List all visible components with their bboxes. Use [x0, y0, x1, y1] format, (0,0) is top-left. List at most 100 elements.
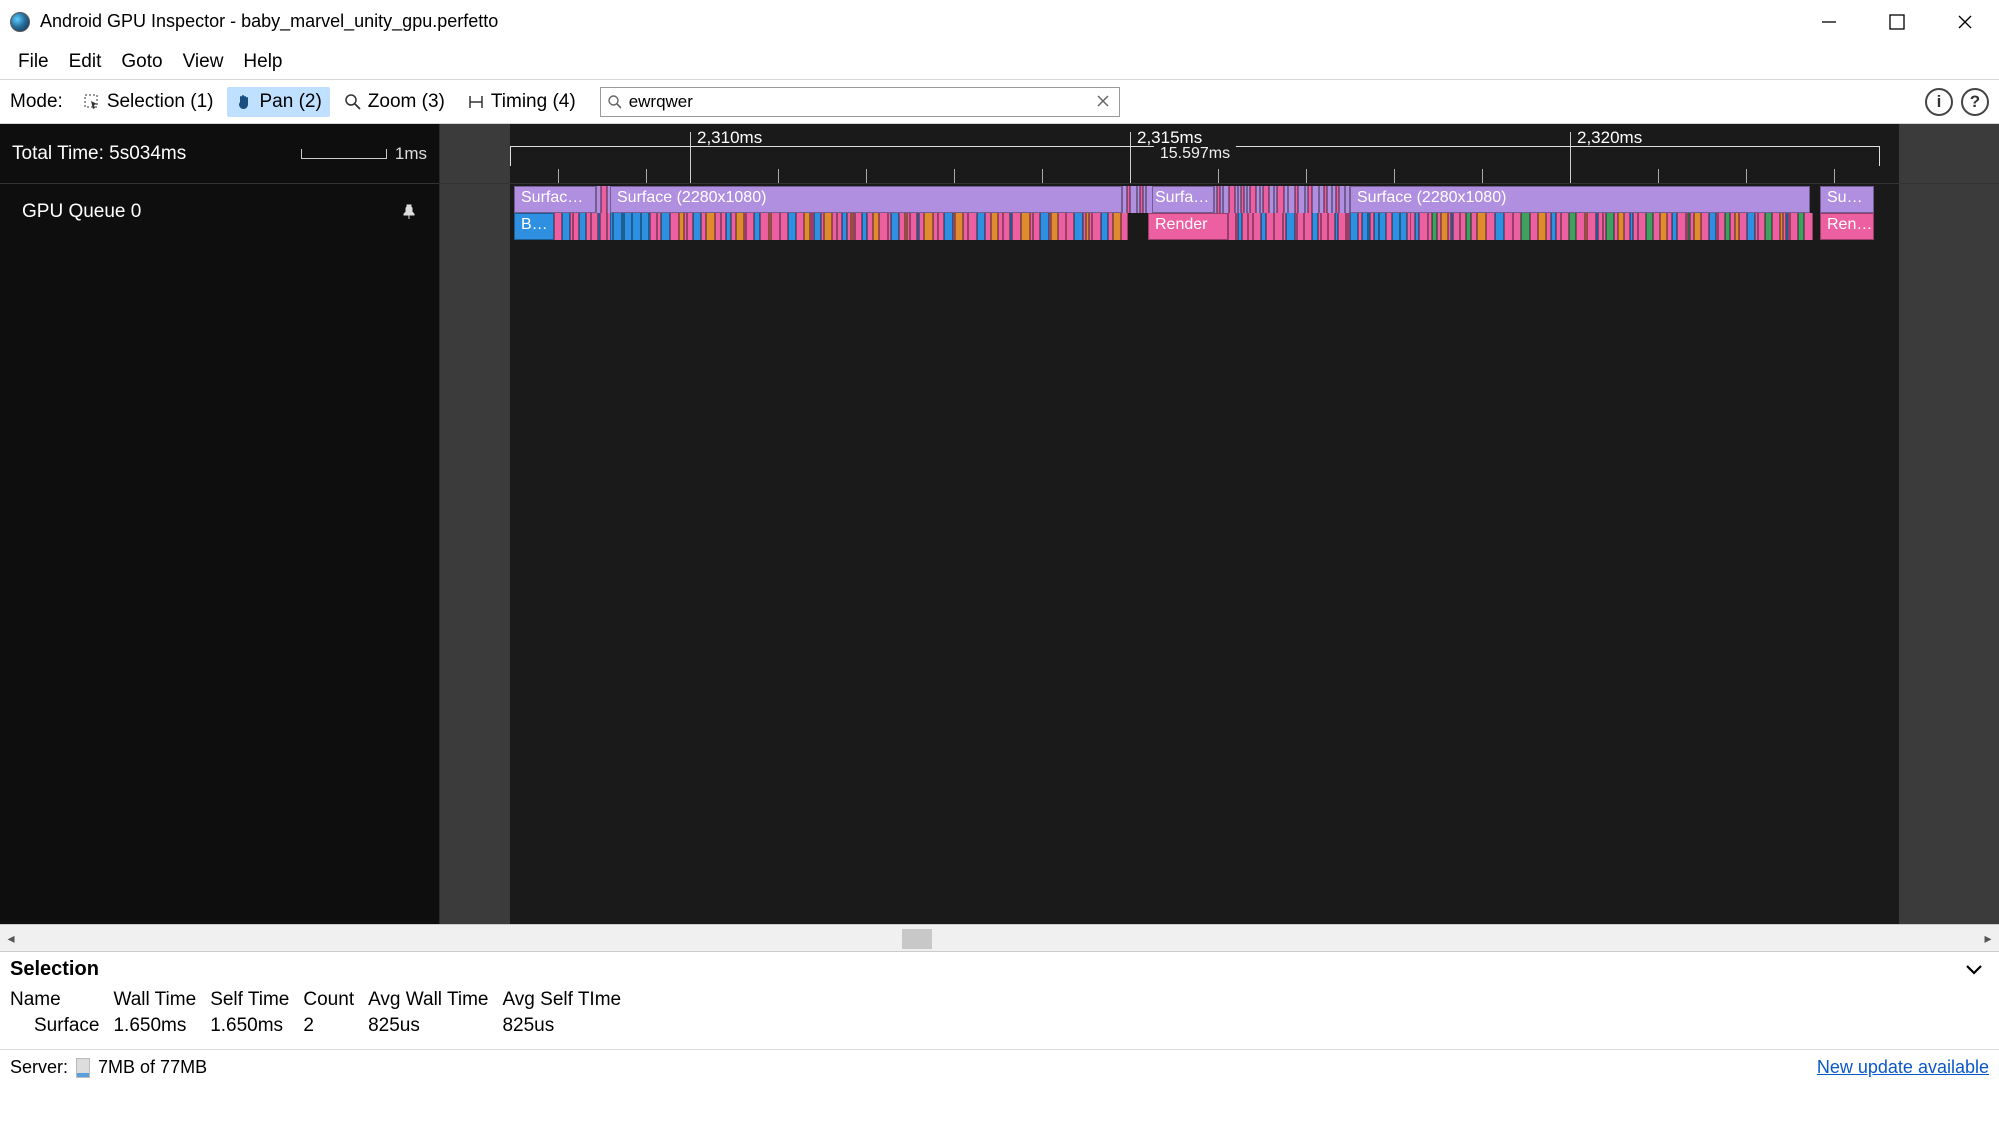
trace-slice[interactable]: Ren… [1820, 213, 1874, 240]
trace-slice[interactable] [607, 186, 611, 213]
trace-slice[interactable] [1003, 213, 1010, 240]
update-available-link[interactable]: New update available [1817, 1057, 1989, 1078]
trace-slice[interactable] [924, 213, 933, 240]
trace-slice[interactable] [1021, 213, 1030, 240]
trace-slice[interactable] [1772, 213, 1780, 240]
trace-slice[interactable] [879, 213, 888, 240]
trace-slice[interactable]: Surfac… [514, 186, 596, 213]
trace-slice[interactable] [1092, 213, 1101, 240]
trace-slice[interactable] [1379, 213, 1386, 240]
trace-slice[interactable] [1297, 213, 1304, 240]
trace-slice[interactable] [1288, 186, 1295, 213]
trace-slice[interactable] [855, 213, 862, 240]
help-button[interactable]: ? [1961, 88, 1989, 116]
trace-slice[interactable] [1012, 213, 1021, 240]
trace-slice[interactable] [1765, 213, 1772, 240]
trace-slice[interactable] [1051, 213, 1058, 240]
trace-slice[interactable] [1312, 186, 1319, 213]
trace-slice[interactable] [1274, 213, 1283, 240]
trace-slice[interactable] [661, 213, 670, 240]
pin-icon[interactable] [401, 204, 417, 220]
trace-slice[interactable] [1561, 213, 1569, 240]
scroll-right-button[interactable]: ▸ [1977, 930, 1999, 947]
trace-slice[interactable] [1709, 213, 1716, 240]
trace-slice[interactable]: B… [514, 213, 554, 240]
trace-slice[interactable] [1321, 213, 1328, 240]
trace-slice[interactable] [1033, 213, 1040, 240]
menu-goto[interactable]: Goto [111, 47, 172, 77]
menu-help[interactable]: Help [233, 47, 292, 77]
scrollbar-track[interactable] [22, 925, 1977, 951]
maximize-button[interactable] [1863, 0, 1931, 43]
trace-slice[interactable] [1400, 213, 1407, 240]
trace-slice[interactable] [1058, 213, 1066, 240]
horizontal-scrollbar[interactable]: ◂ ▸ [0, 924, 1999, 952]
trace-slice[interactable] [1495, 213, 1504, 240]
trace-slice[interactable]: Surface (2280x1080) [610, 186, 1122, 213]
trace-slice[interactable] [1101, 213, 1108, 240]
trace-slice[interactable] [780, 213, 788, 240]
trace-slice[interactable] [579, 213, 586, 240]
trace-slice[interactable] [760, 213, 769, 240]
trace-slice[interactable]: Render [1148, 213, 1228, 240]
trace-slice[interactable] [613, 213, 622, 240]
trace-slice[interactable]: Surfa… [1148, 186, 1214, 213]
trace-slice[interactable] [796, 213, 804, 240]
scrollbar-thumb[interactable] [902, 929, 932, 949]
trace-slice[interactable]: Surface (2280x1080) [1350, 186, 1810, 213]
trace-slice[interactable] [591, 213, 598, 240]
trace-slice[interactable] [1477, 213, 1486, 240]
trace-slice[interactable] [1804, 213, 1813, 240]
trace-slice[interactable] [650, 213, 657, 240]
trace-slice[interactable] [693, 213, 701, 240]
minimize-button[interactable] [1795, 0, 1863, 43]
trace-slice[interactable] [1701, 213, 1709, 240]
trace-slice[interactable] [1694, 213, 1701, 240]
collapse-icon[interactable] [1963, 958, 1985, 985]
trace-slice[interactable] [788, 213, 796, 240]
trace-slice[interactable] [1066, 213, 1074, 240]
trace-slice[interactable] [968, 213, 977, 240]
trace-slice[interactable] [824, 213, 832, 240]
trace-slice[interactable] [1441, 213, 1448, 240]
trace-slice[interactable] [736, 213, 744, 240]
trace-slice[interactable] [554, 213, 562, 240]
trace-slice[interactable] [1513, 213, 1521, 240]
trace-slice[interactable] [670, 213, 679, 240]
table-row[interactable]: Surface 1.650ms 1.650ms 2 825us 825us [10, 1013, 635, 1039]
trace-slice[interactable] [977, 213, 985, 240]
trace-slice[interactable] [1677, 213, 1686, 240]
close-button[interactable] [1931, 0, 1999, 43]
mode-zoom-button[interactable]: Zoom (3) [336, 87, 453, 117]
trace-slice[interactable] [1146, 186, 1153, 213]
trace-slice[interactable] [1253, 213, 1261, 240]
trace-slice[interactable] [641, 213, 649, 240]
trace-slice[interactable] [1576, 213, 1585, 240]
timeline-canvas[interactable]: 2,310ms 2,315ms 2,320ms 15.597ms Surf [440, 124, 1999, 924]
menu-file[interactable]: File [8, 47, 59, 77]
trace-slice[interactable]: Su… [1820, 186, 1874, 213]
trace-slice[interactable] [910, 213, 917, 240]
trace-slice[interactable] [1277, 186, 1284, 213]
trace-slice[interactable] [1121, 213, 1128, 240]
trace-slice[interactable] [991, 213, 998, 240]
trace-slice[interactable] [1758, 213, 1765, 240]
search-box[interactable] [600, 87, 1120, 117]
trace-slice[interactable] [955, 213, 963, 240]
trace-slice[interactable] [1113, 213, 1121, 240]
trace-slice[interactable] [600, 213, 607, 240]
trace-slice[interactable] [1298, 186, 1305, 213]
trace-slice[interactable] [1569, 213, 1576, 240]
mode-selection-button[interactable]: Selection (1) [75, 87, 222, 117]
trace-slice[interactable] [1653, 213, 1660, 240]
trace-slice[interactable] [1419, 213, 1428, 240]
trace-slice[interactable] [1304, 213, 1312, 240]
trace-slice[interactable] [1587, 213, 1596, 240]
trace-slice[interactable] [1040, 213, 1049, 240]
trace-slice[interactable] [944, 213, 953, 240]
trace-slice[interactable] [1328, 213, 1335, 240]
trace-slice[interactable] [891, 213, 899, 240]
trace-slice[interactable] [1130, 186, 1137, 213]
trace-slice[interactable] [1747, 213, 1755, 240]
trace-slice[interactable] [1538, 213, 1546, 240]
